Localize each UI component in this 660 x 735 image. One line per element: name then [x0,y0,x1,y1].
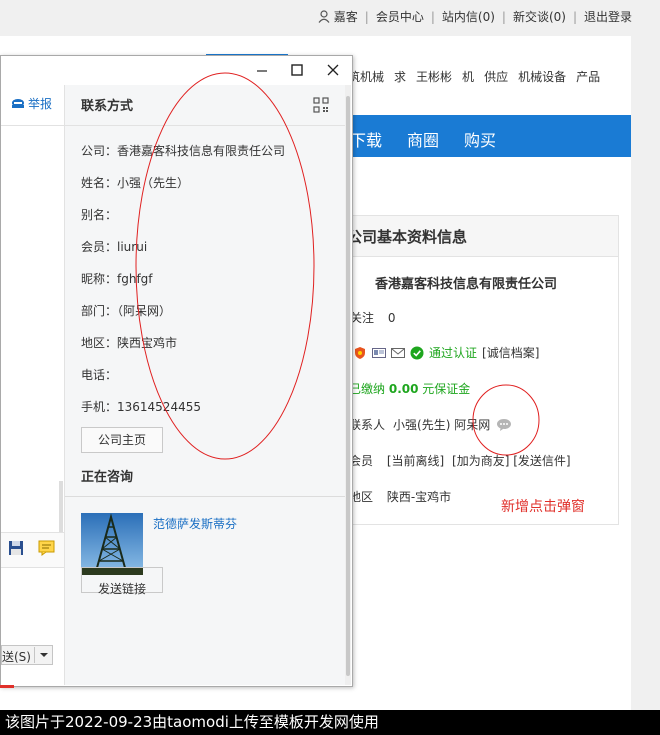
nav-buy[interactable]: 购买 [464,127,496,151]
report-icon [12,98,24,108]
category-nav: 筑机械 求 王彬彬 机 供应 机械设备 产品 [348,68,600,85]
contact-alias: 别名： [81,208,118,222]
popup-scrollbar-thumb[interactable] [346,96,350,676]
annotation-text: 新增点击弹窗 [501,499,585,515]
cert-row: 通过认证 [诚信档案] [353,344,539,361]
separator: | [364,9,369,24]
logout-link[interactable]: 退出登录 [584,8,632,25]
save-icon[interactable] [8,540,24,556]
company-name: 香港嘉客科技信息有限责任公司 [375,277,558,292]
consult-item-link[interactable]: 范德萨发斯蒂芬 [153,515,237,532]
category-item[interactable]: 产品 [576,68,600,85]
contact-label: 联系人 [349,418,386,432]
company-info-header: 公司基本资料信息 [341,216,618,257]
follow-count: 0 [387,311,396,325]
category-item[interactable]: 王彬彬 [416,68,452,85]
nav-download[interactable]: 下载 [350,127,382,151]
send-select[interactable]: 送(S) [1,645,53,665]
deposit-suffix: 元保证金 [422,382,471,396]
id-card-icon [372,347,386,358]
contact-phone: 电话： [81,368,118,382]
company-info-title: 公司基本资料信息 [347,228,468,246]
deposit-row: 已缴纳 0.00 元保证金 [349,380,470,397]
member-offline: [当前离线] [386,454,445,468]
separator: | [572,9,577,24]
inbox-link[interactable]: 站内信(0) [442,8,495,25]
send-select-label: 送(S) [2,650,31,664]
follow-row: 关注 0 [350,309,395,326]
nav-business-circle[interactable]: 商圈 [407,127,439,151]
user-icon [318,10,330,23]
separator: | [501,9,506,24]
category-item[interactable]: 求 [394,68,406,85]
consult-divider [65,496,345,497]
close-icon[interactable] [322,60,344,80]
member-center-link[interactable]: 会员中心 [376,8,424,25]
credit-file-link[interactable]: [诚信档案] [482,344,539,361]
chevron-down-icon [40,653,48,657]
mail-icon [391,347,405,358]
guest-name[interactable]: 嘉客 [334,8,358,25]
message-icon[interactable] [38,540,56,556]
follow-label: 关注 [350,311,375,325]
watermark-footer: 该图片于2022-09-23由taomodi上传至模板开发网使用 [0,710,660,735]
category-item[interactable]: 机 [462,68,474,85]
main-nav-bar: 下载 商圈 购买 [340,115,631,157]
new-chat-link[interactable]: 新交谈(0) [513,8,566,25]
annotation-ellipse-large [135,72,315,460]
shield-icon [355,346,365,359]
deposit-prefix: 已缴纳 [349,382,386,396]
chat-pane: 举报 送(S) [1,85,65,685]
region-value: 陕西-宝鸡市 [386,490,452,504]
report-text[interactable]: 举报 [28,95,52,112]
category-item[interactable]: 机械设备 [518,68,566,85]
category-item[interactable]: 供应 [484,68,508,85]
report-link[interactable]: 举报 [11,95,52,112]
verified-text[interactable]: 通过认证 [429,344,477,361]
accent-line [0,685,14,688]
category-item[interactable]: 筑机械 [348,68,384,85]
separator: | [430,9,435,24]
top-nav: 嘉客 | 会员中心 | 站内信(0) | 新交谈(0) | 退出登录 [318,8,632,25]
company-info-box: 公司基本资料信息 香港嘉客科技信息有限责任公司 关注 0 通过认证 [诚信档案]… [340,215,619,525]
send-link-button[interactable]: 发送链接 [81,567,163,596]
annotation-ellipse-small [472,384,540,456]
product-thumbnail[interactable] [81,513,143,575]
deposit-amount: 0.00 [388,382,419,396]
region-row: 地区 陕西-宝鸡市 [349,488,451,505]
send-select-divider [34,647,35,663]
contact-title: 联系方式 [81,99,134,114]
consult-title: 正在咨询 [81,470,134,485]
check-circle-icon [410,346,424,359]
